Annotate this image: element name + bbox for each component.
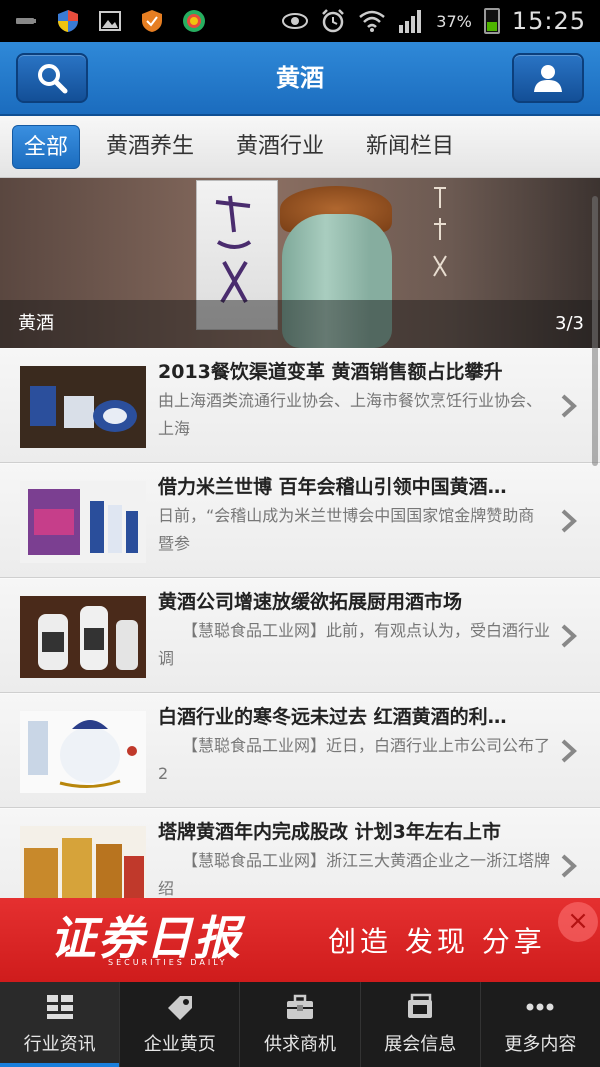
app-notification-icon xyxy=(183,10,205,32)
ad-banner[interactable]: 证券日报 SECURITIES DAILY 创造 发现 分享 × xyxy=(0,898,600,982)
chevron-right-icon xyxy=(561,854,577,878)
signal-icon xyxy=(399,10,422,33)
tab-news[interactable]: 新闻栏目 xyxy=(366,125,454,169)
nav-supply-demand[interactable]: 供求商机 xyxy=(240,982,361,1067)
news-title: 黄酒公司增速放缓欲拓展厨用酒市场 xyxy=(158,591,463,613)
nav-label: 行业资讯 xyxy=(23,1034,96,1055)
news-thumbnail xyxy=(20,711,146,793)
status-bar: 37% 15:25 xyxy=(0,0,600,42)
eye-icon xyxy=(282,13,309,29)
nav-label: 更多内容 xyxy=(504,1034,577,1055)
tab-health[interactable]: 黄酒养生 xyxy=(106,125,194,169)
security-shield-icon xyxy=(142,10,162,32)
category-tabs: 全部 黄酒养生 黄酒行业 新闻栏目 xyxy=(0,116,600,178)
grid-icon xyxy=(46,995,73,1019)
ticket-icon xyxy=(408,993,433,1018)
nav-yellow-pages[interactable]: 企业黄页 xyxy=(120,982,241,1067)
nav-label: 供求商机 xyxy=(264,1034,336,1055)
battery-percent: 37% xyxy=(436,11,472,31)
list-item[interactable]: 黄酒公司增速放缓欲拓展厨用酒市场 【慧聪食品工业网】此前，有观点认为，受白酒行业… xyxy=(0,578,600,693)
list-item[interactable]: 白酒行业的寒冬远未过去 红酒黄酒的利… 【慧聪食品工业网】近日，白酒行业上市公司… xyxy=(0,693,600,808)
list-item[interactable]: 塔牌黄酒年内完成股改 计划3年左右上市 【慧聪食品工业网】浙江三大黄酒企业之一浙… xyxy=(0,808,600,898)
list-item[interactable]: 2013餐饮渠道变革 黄酒销售额占比攀升 由上海酒类流通行业协会、上海市餐饮烹饪… xyxy=(0,348,600,463)
ad-slogan: 创造 发现 分享 xyxy=(328,925,546,958)
news-summary: 【慧聪食品工业网】此前，有观点认为，受白酒行业调 xyxy=(158,621,550,668)
news-title: 白酒行业的寒冬远未过去 红酒黄酒的利… xyxy=(158,706,507,728)
chevron-right-icon xyxy=(561,739,577,763)
close-icon[interactable]: × xyxy=(558,902,598,942)
nav-industry-news[interactable]: 行业资讯 xyxy=(0,982,121,1067)
image-icon xyxy=(99,11,121,31)
news-thumbnail xyxy=(20,481,146,563)
bottom-navigation: 行业资讯 企业黄页 供求商机 展会信息 更多内容 xyxy=(0,982,600,1067)
news-summary: 由上海酒类流通行业协会、上海市餐饮烹饪行业协会、上海 xyxy=(158,391,543,438)
news-summary: 日前，“会稽山成为米兰世博会中国国家馆金牌赞助商暨参 xyxy=(158,506,535,553)
battery-icon xyxy=(483,8,500,34)
news-thumbnail xyxy=(20,596,146,678)
nav-exhibitions[interactable]: 展会信息 xyxy=(361,982,481,1067)
banner-caption: 黄酒 xyxy=(18,313,54,334)
news-title: 2013餐饮渠道变革 黄酒销售额占比攀升 xyxy=(158,361,503,383)
tab-all[interactable]: 全部 xyxy=(12,124,81,169)
banner-box-art xyxy=(210,192,260,316)
scrollbar[interactable] xyxy=(592,196,598,466)
nav-more[interactable]: 更多内容 xyxy=(481,982,600,1067)
banner-caption-bar: 黄酒 3/3 xyxy=(0,300,600,348)
chevron-right-icon xyxy=(561,394,577,418)
news-summary: 【慧聪食品工业网】浙江三大黄酒企业之一浙江塔牌绍 xyxy=(158,851,550,898)
news-thumbnail xyxy=(20,366,146,448)
banner-carousel[interactable]: 黄酒 3/3 xyxy=(0,178,600,348)
user-icon xyxy=(534,65,562,92)
alarm-icon xyxy=(322,9,345,33)
news-thumbnail xyxy=(20,826,146,898)
user-button[interactable] xyxy=(512,53,584,103)
list-item[interactable]: 借力米兰世博 百年会稽山引领中国黄酒… 日前，“会稽山成为米兰世博会中国国家馆金… xyxy=(0,463,600,578)
nav-label: 展会信息 xyxy=(384,1034,457,1055)
ad-logo-subtitle: SECURITIES DAILY xyxy=(108,958,228,967)
page-title: 黄酒 xyxy=(276,64,324,92)
shield-icon xyxy=(58,10,78,32)
banner-side-decoration xyxy=(430,184,450,291)
news-summary: 【慧聪食品工业网】近日，白酒行业上市公司公布了2 xyxy=(158,736,550,783)
wifi-icon xyxy=(359,10,386,32)
more-icon xyxy=(526,1003,554,1011)
banner-page-indicator: 3/3 xyxy=(555,313,584,334)
chevron-right-icon xyxy=(561,624,577,648)
chevron-right-icon xyxy=(561,509,577,533)
clock: 15:25 xyxy=(511,7,586,35)
nav-label: 企业黄页 xyxy=(143,1034,216,1055)
briefcase-icon xyxy=(287,994,313,1019)
news-list: 2013餐饮渠道变革 黄酒销售额占比攀升 由上海酒类流通行业协会、上海市餐饮烹饪… xyxy=(0,348,600,898)
news-title: 借力米兰世博 百年会稽山引领中国黄酒… xyxy=(158,476,507,498)
news-title: 塔牌黄酒年内完成股改 计划3年左右上市 xyxy=(158,821,501,843)
tag-icon xyxy=(167,996,192,1020)
app-header: 黄酒 xyxy=(0,42,600,116)
usb-debug-icon xyxy=(16,18,36,24)
tab-industry[interactable]: 黄酒行业 xyxy=(236,125,324,169)
